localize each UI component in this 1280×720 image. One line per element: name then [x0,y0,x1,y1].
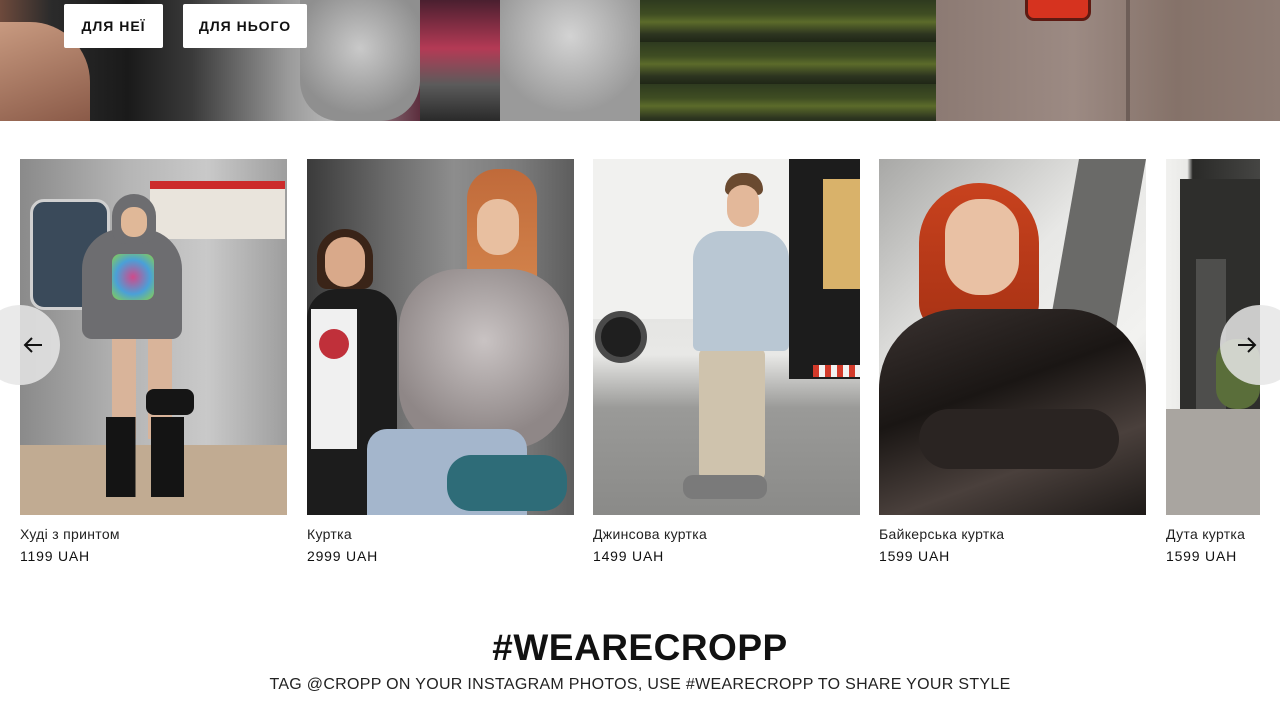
product-price: 2999 UAH [307,548,378,564]
hero-image-right[interactable] [936,0,1280,121]
arrow-right-icon [1238,337,1257,353]
product-image[interactable] [20,159,287,515]
product-image[interactable] [879,159,1146,515]
hero-image-middle[interactable] [640,0,936,121]
product-name[interactable]: Куртка [307,526,574,542]
for-her-button[interactable]: ДЛЯ НЕЇ [64,4,163,48]
product-price: 1599 UAH [1166,548,1237,564]
product-name[interactable]: Байкерська куртка [879,526,1146,542]
product-card[interactable]: Худі з принтом 1199 UAH [20,159,287,564]
social-hashtag-subtitle: TAG @CROPP ON YOUR INSTAGRAM PHOTOS, USE… [269,676,1011,693]
product-carousel: Худі з принтом 1199 UAH Куртка 2999 UAH … [0,159,1260,569]
product-card[interactable]: Джинсова куртка 1499 UAH [593,159,860,564]
product-name[interactable]: Джинсова куртка [593,526,860,542]
for-him-button[interactable]: ДЛЯ НЬОГО [183,4,307,48]
product-price: 1199 UAH [20,548,90,564]
product-card[interactable]: Байкерська куртка 1599 UAH [879,159,1146,564]
product-price: 1599 UAH [879,548,950,564]
product-name[interactable]: Дута куртка [1166,526,1260,542]
product-image[interactable] [593,159,860,515]
hero-banner: ДЛЯ НЕЇ ДЛЯ НЬОГО [0,0,1280,121]
product-price: 1499 UAH [593,548,664,564]
product-image[interactable] [307,159,574,515]
arrow-left-icon [23,337,42,353]
product-card[interactable]: Куртка 2999 UAH [307,159,574,564]
product-name[interactable]: Худі з принтом [20,526,287,542]
social-hashtag-title: #WEARECROPP [492,627,788,668]
